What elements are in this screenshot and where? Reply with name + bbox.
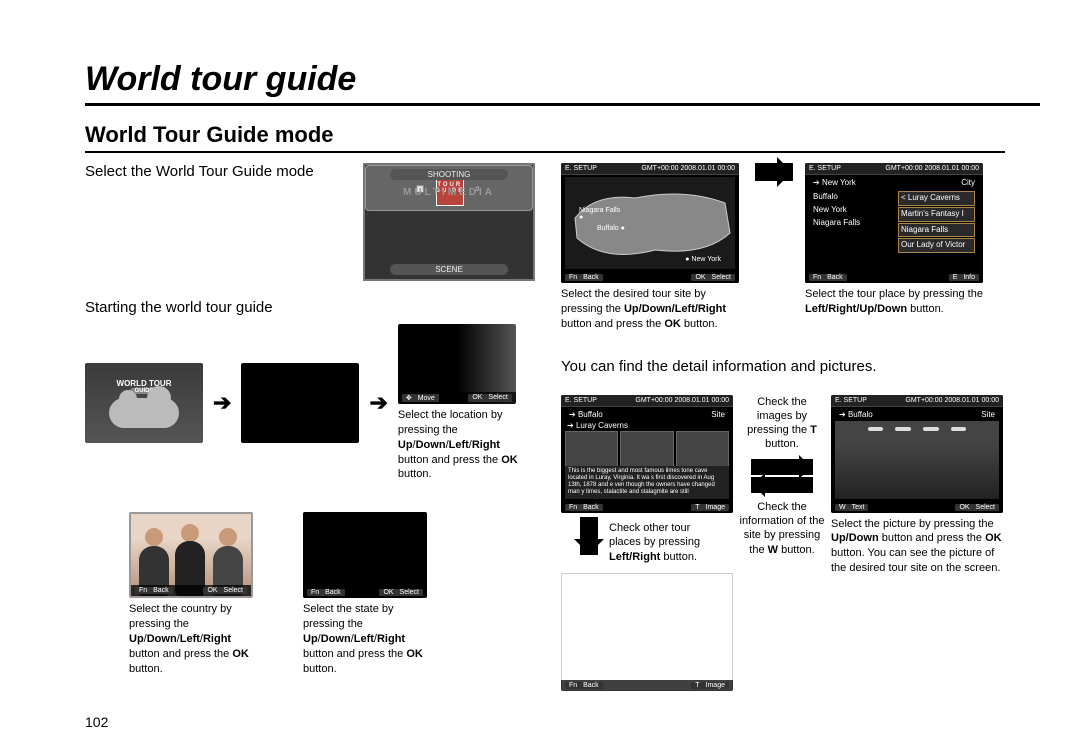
caption-check-other: Check other tour places by pressing Left… [609,521,719,566]
caption-country: Select the country by pressing the Up/Do… [129,602,259,676]
page-number: 102 [85,714,108,730]
check-images-note: Check the images by pressing the T butto… [739,395,825,452]
mode-dial-screen: SHOOTING MULTIMEDIA ▣ TOUR GUIDE ♫ SCENE [363,163,535,281]
next-site-screen: Fn Back T Image [561,573,733,691]
right-column: E. SETUPGMT+00:00 2008.01.01 00:00 ➔ New… [561,163,1021,691]
splash-screen: WORLD TOUR GUIDE [85,363,203,443]
country-select-screen: Fn Back OK Select [129,512,253,598]
big-arrow-down-icon [575,517,603,555]
double-arrow-icon [746,458,818,494]
caption-toursite: Select the desired tour site by pressing… [561,287,743,332]
mode-title: World Tour Guide mode [85,122,1005,153]
blank-screen-1 [241,363,359,443]
move-btn: ✥ [404,395,414,402]
check-info-note: Check the information of the site by pre… [739,500,825,557]
caption-tourplace: Select the tour place by pressing the Le… [805,287,987,317]
starting-heading: Starting the world tour guide [85,299,535,316]
big-arrow-right-icon [749,163,799,181]
luray-detail-screen: E. SETUPGMT+00:00 2008.01.01 00:00 ➔ Buf… [561,395,733,513]
caption-location: Select the location by pressing the Up/D… [398,408,528,482]
location-select-screen: ✥ Move OK Select [398,324,516,404]
city-list-screen: E. SETUPGMT+00:00 2008.01.01 00:00 ➔ New… [805,163,983,283]
select-heading: Select the World Tour Guide mode [85,163,353,180]
mode-shooting: SHOOTING [390,169,508,180]
state-select-screen: Fn Back OK Select [303,512,427,598]
detail-heading: You can find the detail information and … [561,358,1021,375]
mode-scene: SCENE [390,264,508,275]
left-column: Select the World Tour Guide mode SHOOTIN… [85,163,535,691]
mode-multimedia: MULTIMEDIA [365,187,533,198]
map-screen: E. SETUPGMT+00:00 2008.01.01 00:00 ➔ New… [561,163,739,283]
caption-picture: Select the picture by pressing the Up/Do… [831,517,1009,576]
arrow-right-icon: ➔ [209,390,235,416]
arrow-right-icon: ➔ [365,390,391,416]
caption-state: Select the state by pressing the Up/Down… [303,602,433,676]
picture-select-screen: E. SETUPGMT+00:00 2008.01.01 00:00 ➔ Buf… [831,395,1003,513]
page-title: World tour guide [85,60,1040,106]
